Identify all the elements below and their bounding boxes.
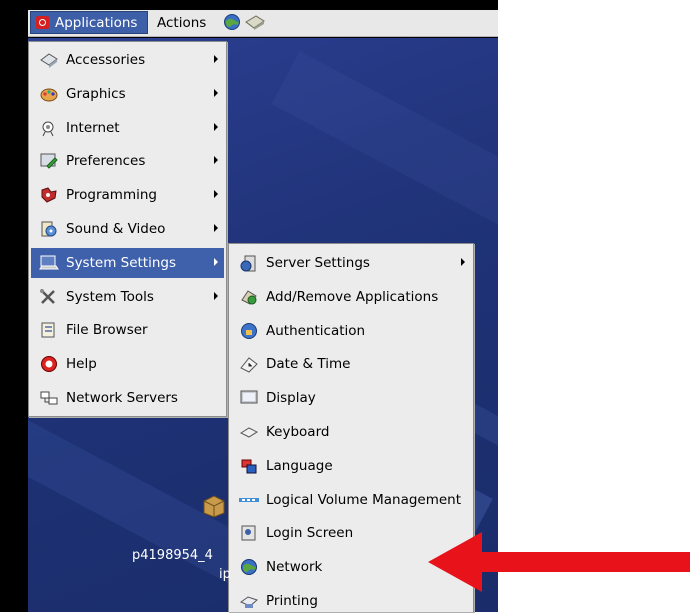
applications-menu: Accessories Graphics Internet Preferences Pr… — [28, 41, 227, 417]
system-settings-icon — [38, 253, 60, 273]
help-icon — [38, 354, 60, 374]
system-tools-icon — [38, 287, 60, 307]
menu-item-label: Sound & Video — [66, 221, 166, 237]
accessories-icon — [38, 50, 60, 70]
menu-item-label: Programming — [66, 187, 157, 204]
network-icon — [238, 557, 260, 577]
web-browser-icon[interactable] — [222, 13, 242, 31]
menu-item-network-servers[interactable]: Network Servers — [31, 383, 224, 413]
add-remove-icon — [238, 287, 260, 307]
red-arrow-annotation — [428, 532, 690, 592]
programming-icon — [38, 185, 60, 205]
menu-item-label: Keyboard — [266, 424, 330, 440]
menu-item-label: Network — [266, 559, 323, 576]
menu-item-add-remove-applications[interactable]: Add/Remove Applications — [231, 282, 471, 312]
menu-item-label: Printing — [266, 593, 318, 609]
menu-item-system-settings[interactable]: System Settings — [31, 247, 224, 278]
submenu-arrow-icon — [214, 224, 218, 232]
redhat-logo-icon — [36, 16, 49, 29]
internet-icon — [38, 118, 60, 138]
menu-item-label: Accessories — [66, 52, 146, 68]
menu-item-label: Server Settings — [266, 255, 370, 271]
display-icon — [238, 388, 260, 408]
menu-item-programming[interactable]: Programming — [31, 180, 224, 210]
menu-item-label: Network Servers — [66, 390, 178, 406]
menu-item-server-settings[interactable]: Server Settings — [231, 248, 471, 278]
menu-item-authentication[interactable]: Authentication — [231, 316, 471, 346]
desktop-file-caption: p4198954_4 — [132, 548, 213, 563]
menu-item-file-browser[interactable]: File Browser — [31, 315, 224, 345]
authentication-icon — [238, 321, 260, 341]
submenu-arrow-icon — [214, 257, 218, 266]
menu-item-help[interactable]: Help — [31, 349, 224, 379]
submenu-arrow-icon — [214, 156, 218, 165]
email-client-icon[interactable] — [244, 13, 265, 31]
menu-item-label: Display — [266, 390, 316, 407]
menu-item-graphics[interactable]: Graphics — [31, 79, 224, 109]
submenu-arrow-icon — [461, 258, 465, 266]
top-panel: Applications Actions — [28, 10, 498, 37]
desktop-file-caption-2: ip — [219, 567, 231, 582]
menu-item-label: Date & Time — [266, 356, 351, 373]
menu-item-sound-video[interactable]: Sound & Video — [31, 214, 224, 244]
menu-item-label: Logical Volume Management — [266, 491, 462, 508]
menu-item-display[interactable]: Display — [231, 383, 471, 413]
menu-item-logical-volume-management[interactable]: Logical Volume Management — [231, 485, 471, 515]
lvm-icon — [238, 490, 260, 510]
menu-item-label: Preferences — [66, 153, 146, 170]
menu-item-label: File Browser — [66, 322, 148, 339]
menu-item-date-time[interactable]: Date & Time — [231, 349, 471, 379]
menu-item-label: Language — [266, 457, 333, 474]
menu-item-system-tools[interactable]: System Tools — [31, 282, 224, 312]
file-browser-icon — [38, 320, 60, 340]
menu-item-keyboard[interactable]: Keyboard — [231, 417, 471, 447]
server-settings-icon — [238, 253, 260, 273]
clock-icon — [238, 354, 260, 374]
menu-item-label: Add/Remove Applications — [266, 288, 439, 305]
keyboard-icon — [238, 422, 260, 442]
menu-item-language[interactable]: Language — [231, 451, 471, 481]
login-screen-icon — [238, 523, 260, 543]
actions-menu-button[interactable]: Actions — [157, 12, 206, 34]
submenu-arrow-icon — [214, 291, 218, 300]
menu-item-label: Graphics — [66, 85, 126, 102]
menu-item-label: Help — [66, 356, 97, 373]
menu-item-preferences[interactable]: Preferences — [31, 146, 224, 176]
menu-item-internet[interactable]: Internet — [31, 113, 224, 143]
menu-item-label: System Tools — [66, 288, 154, 305]
menu-item-label: Login Screen — [266, 525, 354, 542]
menu-item-label: System Settings — [66, 254, 177, 271]
submenu-arrow-icon — [214, 122, 218, 131]
printer-icon — [238, 591, 260, 611]
sound-video-icon — [38, 219, 60, 239]
submenu-arrow-icon — [214, 88, 218, 97]
submenu-arrow-icon — [214, 55, 218, 63]
preferences-icon — [38, 151, 60, 171]
desktop-file-icon[interactable] — [201, 492, 227, 518]
submenu-arrow-icon — [214, 190, 218, 199]
menu-item-label: Internet — [66, 119, 120, 136]
graphics-icon — [38, 84, 60, 104]
menu-item-accessories[interactable]: Accessories — [31, 45, 224, 75]
applications-label: Applications — [55, 14, 138, 31]
network-servers-icon — [38, 388, 60, 408]
applications-menu-button[interactable]: Applications — [30, 11, 148, 34]
language-icon — [238, 456, 260, 476]
actions-label: Actions — [157, 15, 207, 31]
menu-item-label: Authentication — [266, 322, 366, 339]
